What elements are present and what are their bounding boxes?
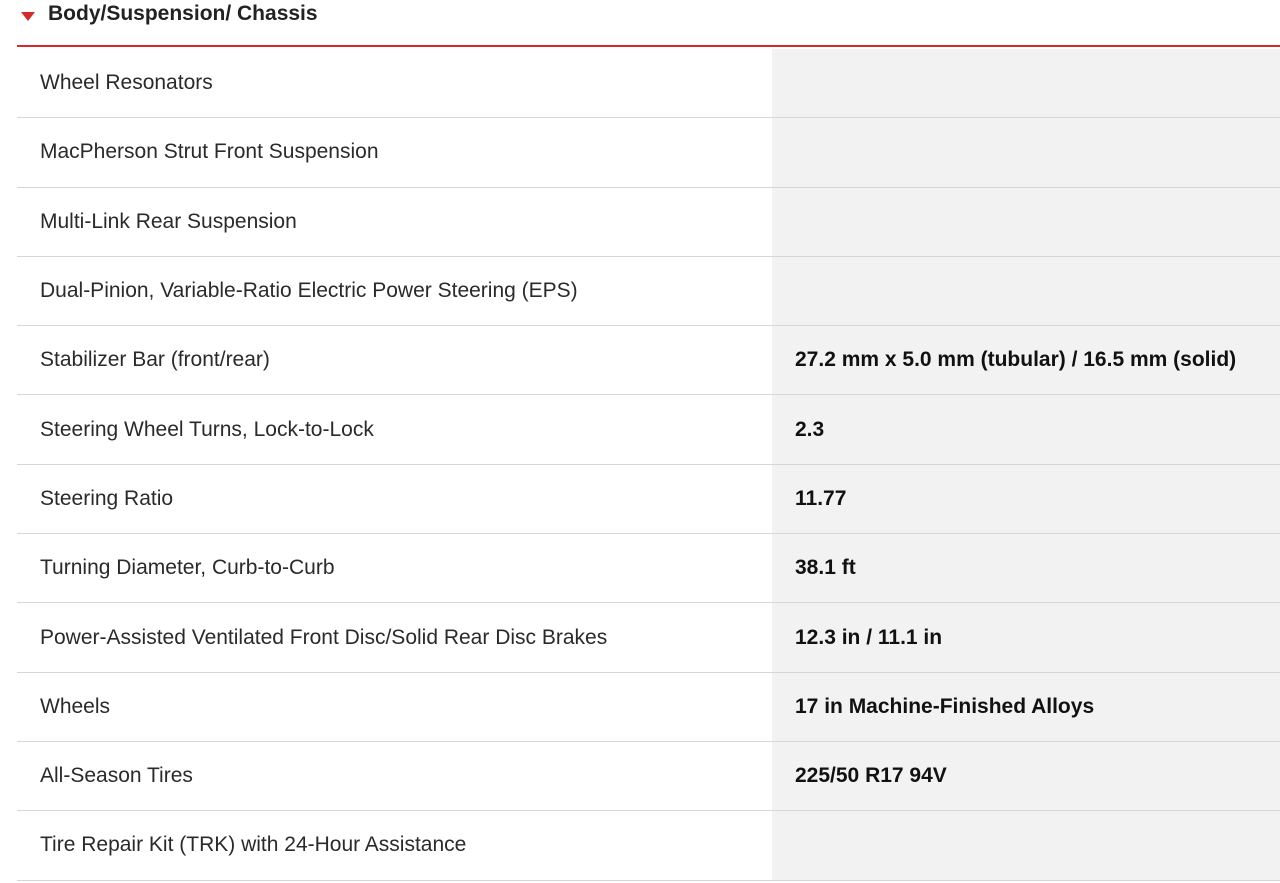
spec-label: Turning Diameter, Curb-to-Curb: [40, 556, 335, 580]
spec-label: Multi-Link Rear Suspension: [40, 209, 297, 233]
spec-label: Wheel Resonators: [40, 71, 213, 95]
table-row: Multi-Link Rear Suspension: [17, 187, 1280, 257]
table-row: MacPherson Strut Front Suspension: [17, 118, 1280, 188]
section-title: Body/Suspension/ Chassis: [48, 2, 318, 25]
spec-value: 2.3: [772, 395, 1280, 464]
caret-down-icon: [21, 12, 35, 21]
spec-label: Stabilizer Bar (front/rear): [40, 348, 270, 372]
table-row: Power-Assisted Ventilated Front Disc/Sol…: [17, 603, 1280, 673]
spec-value: [772, 811, 1280, 880]
table-row: All-Season Tires 225/50 R17 94V: [17, 741, 1280, 812]
spec-label: Power-Assisted Ventilated Front Disc/Sol…: [40, 625, 608, 649]
spec-label: Steering Ratio: [40, 486, 174, 510]
spec-value: 38.1 ft: [772, 534, 1280, 603]
spec-label: Dual-Pinion, Variable-Ratio Electric Pow…: [40, 279, 578, 303]
spec-value: 12.3 in / 11.1 in: [772, 603, 1280, 672]
table-row: Dual-Pinion, Variable-Ratio Electric Pow…: [17, 256, 1280, 327]
spec-label: Steering Wheel Turns, Lock-to-Lock: [40, 417, 374, 441]
spec-value: [772, 49, 1280, 118]
table-row: Wheel Resonators: [17, 49, 1280, 119]
table-row: Steering Wheel Turns, Lock-to-Lock 2.3: [17, 395, 1280, 465]
table-row: Turning Diameter, Curb-to-Curb 38.1 ft: [17, 534, 1280, 604]
section-header-body-suspension-chassis[interactable]: Body/Suspension/ Chassis: [17, 0, 1280, 47]
spec-value: [772, 256, 1280, 326]
spec-value: 27.2 mm x 5.0 mm (tubular) / 16.5 mm (so…: [772, 326, 1280, 395]
spec-value: 17 in Machine-Finished Alloys: [772, 672, 1280, 741]
spec-label: Wheels: [40, 694, 111, 718]
table-row: Tire Repair Kit (TRK) with 24-Hour Assis…: [17, 811, 1280, 881]
spec-label: MacPherson Strut Front Suspension: [40, 140, 379, 164]
spec-label: Tire Repair Kit (TRK) with 24-Hour Assis…: [40, 833, 467, 857]
spec-value: 11.77: [772, 464, 1280, 534]
spec-value: 225/50 R17 94V: [772, 741, 1280, 811]
spec-value: [772, 187, 1280, 256]
table-row: Wheels 17 in Machine-Finished Alloys: [17, 672, 1280, 742]
table-row: Stabilizer Bar (front/rear) 27.2 mm x 5.…: [17, 326, 1280, 396]
spec-table: Wheel Resonators MacPherson Strut Front …: [17, 49, 1280, 881]
spec-label: All-Season Tires: [40, 764, 193, 788]
spec-value: [772, 118, 1280, 187]
table-row: Steering Ratio 11.77: [17, 464, 1280, 535]
